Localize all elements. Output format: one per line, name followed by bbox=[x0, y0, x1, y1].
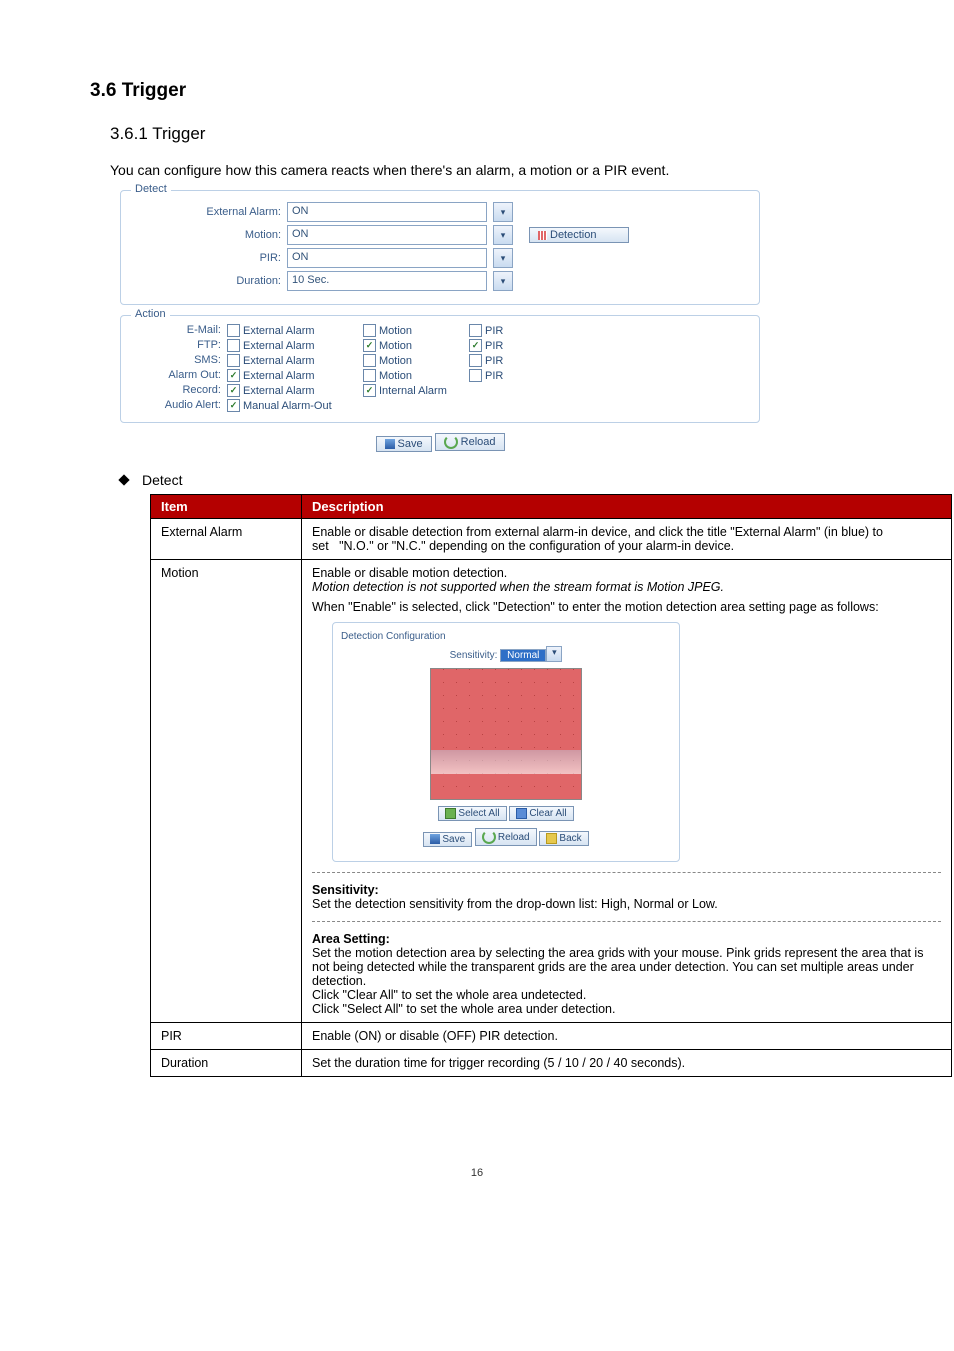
save-icon bbox=[385, 439, 395, 449]
external-alarm-select[interactable]: ON bbox=[287, 202, 487, 222]
row-motion-item: Motion bbox=[151, 560, 302, 1023]
checkbox-icon bbox=[227, 339, 240, 352]
description-table: Item Description External Alarm Enable o… bbox=[150, 494, 952, 1077]
row-external-alarm-desc: Enable or disable detection from externa… bbox=[302, 519, 952, 560]
external-alarm-checkbox[interactable]: ✓External Alarm bbox=[227, 384, 357, 397]
sensitivity-label: Sensitivity: bbox=[450, 650, 498, 661]
chevron-down-icon[interactable]: ▾ bbox=[493, 248, 513, 268]
action-row-label: Audio Alert: bbox=[131, 399, 221, 412]
manual-alarm-checkbox[interactable]: ✓Manual Alarm-Out bbox=[227, 399, 539, 412]
row-pir-desc: Enable (ON) or disable (OFF) PIR detecti… bbox=[302, 1023, 952, 1050]
pir-checkbox[interactable]: PIR bbox=[469, 324, 539, 337]
detect-panel: Detect External Alarm: ON ▾ Motion: ON ▾… bbox=[120, 190, 760, 305]
pir-checkbox[interactable]: ✓PIR bbox=[469, 339, 539, 352]
motion-checkbox[interactable]: Motion bbox=[363, 324, 463, 337]
checkbox-icon bbox=[469, 354, 482, 367]
checkbox-icon: ✓ bbox=[227, 399, 240, 412]
pir-checkbox[interactable]: PIR bbox=[469, 369, 539, 382]
save-button[interactable]: Save bbox=[423, 832, 472, 847]
chevron-down-icon[interactable]: ▾ bbox=[546, 646, 562, 662]
checkbox-icon bbox=[227, 324, 240, 337]
motion-select[interactable]: ON bbox=[287, 225, 487, 245]
chevron-down-icon[interactable]: ▾ bbox=[493, 271, 513, 291]
checkbox-icon bbox=[363, 324, 376, 337]
checkbox-icon: ✓ bbox=[227, 369, 240, 382]
row-external-alarm-item: External Alarm bbox=[151, 519, 302, 560]
checkbox-icon bbox=[469, 369, 482, 382]
sensitivity-header: Sensitivity: bbox=[312, 883, 941, 897]
area-setting-p3: Click "Select All" to set the whole area… bbox=[312, 1002, 941, 1016]
select-all-button[interactable]: Select All bbox=[438, 806, 506, 821]
checkbox-icon: ✓ bbox=[363, 384, 376, 397]
trigger-screenshot: Detect External Alarm: ON ▾ Motion: ON ▾… bbox=[120, 190, 760, 452]
detection-config-title: Detection Configuration bbox=[341, 631, 671, 642]
external-alarm-checkbox[interactable]: External Alarm bbox=[227, 324, 357, 337]
reload-button[interactable]: Reload bbox=[475, 828, 537, 846]
reload-icon bbox=[482, 830, 496, 844]
pir-select[interactable]: ON bbox=[287, 248, 487, 268]
detection-button[interactable]: Detection bbox=[529, 227, 629, 243]
chevron-down-icon[interactable]: ▾ bbox=[493, 225, 513, 245]
checkbox-icon bbox=[363, 369, 376, 382]
row-duration-item: Duration bbox=[151, 1050, 302, 1077]
row-duration-desc: Set the duration time for trigger record… bbox=[302, 1050, 952, 1077]
external-alarm-checkbox[interactable]: External Alarm bbox=[227, 354, 357, 367]
checkbox-icon bbox=[363, 354, 376, 367]
row-motion-desc: Enable or disable motion detection. Moti… bbox=[302, 560, 952, 1023]
th-item: Item bbox=[151, 495, 302, 519]
subsection-title: 3.6.1 Trigger bbox=[110, 124, 864, 144]
internal-alarm-checkbox[interactable]: ✓Internal Alarm bbox=[363, 384, 539, 397]
sensitivity-select[interactable]: Normal bbox=[500, 649, 546, 662]
checkbox-icon bbox=[469, 324, 482, 337]
checkbox-icon bbox=[227, 354, 240, 367]
save-icon bbox=[430, 834, 440, 844]
area-setting-p2: Click "Clear All" to set the whole area … bbox=[312, 988, 941, 1002]
detection-icon bbox=[538, 231, 547, 240]
area-setting-p1: Set the motion detection area by selecti… bbox=[312, 946, 941, 988]
motion-checkbox[interactable]: Motion bbox=[363, 354, 463, 367]
detection-grid[interactable] bbox=[430, 668, 582, 800]
action-panel: Action E-Mail:External AlarmMotionPIRFTP… bbox=[120, 315, 760, 423]
sensitivity-text: Set the detection sensitivity from the d… bbox=[312, 897, 941, 911]
save-button[interactable]: Save bbox=[376, 436, 432, 452]
checkbox-icon: ✓ bbox=[363, 339, 376, 352]
reload-icon bbox=[444, 435, 458, 449]
pir-label: PIR: bbox=[131, 252, 281, 264]
page-number: 16 bbox=[90, 1167, 864, 1179]
detect-bullet: Detect bbox=[120, 472, 864, 488]
motion-checkbox[interactable]: Motion bbox=[363, 369, 463, 382]
grid-icon bbox=[445, 808, 456, 819]
th-desc: Description bbox=[302, 495, 952, 519]
back-button[interactable]: Back bbox=[539, 831, 588, 846]
chevron-down-icon[interactable]: ▾ bbox=[493, 202, 513, 222]
action-row-label: Record: bbox=[131, 384, 221, 397]
section-title: 3.6 Trigger bbox=[90, 80, 864, 102]
action-row-label: FTP: bbox=[131, 339, 221, 352]
diamond-icon bbox=[118, 474, 129, 485]
action-row-label: Alarm Out: bbox=[131, 369, 221, 382]
clear-all-button[interactable]: Clear All bbox=[509, 806, 573, 821]
row-pir-item: PIR bbox=[151, 1023, 302, 1050]
detection-config-screenshot: Detection Configuration Sensitivity: Nor… bbox=[332, 622, 680, 862]
duration-select[interactable]: 10 Sec. bbox=[287, 271, 487, 291]
action-row-label: SMS: bbox=[131, 354, 221, 367]
motion-label: Motion: bbox=[131, 229, 281, 241]
grid-icon bbox=[516, 808, 527, 819]
action-panel-title: Action bbox=[131, 308, 170, 320]
checkbox-icon: ✓ bbox=[227, 384, 240, 397]
intro-text: You can configure how this camera reacts… bbox=[110, 162, 864, 178]
detect-panel-title: Detect bbox=[131, 183, 171, 195]
external-alarm-checkbox[interactable]: External Alarm bbox=[227, 339, 357, 352]
reload-button[interactable]: Reload bbox=[435, 433, 505, 451]
motion-checkbox[interactable]: ✓Motion bbox=[363, 339, 463, 352]
external-alarm-label: External Alarm: bbox=[131, 206, 281, 218]
checkbox-icon: ✓ bbox=[469, 339, 482, 352]
action-row-label: E-Mail: bbox=[131, 324, 221, 337]
area-setting-header: Area Setting: bbox=[312, 932, 941, 946]
duration-label: Duration: bbox=[131, 275, 281, 287]
back-icon bbox=[546, 833, 557, 844]
external-alarm-checkbox[interactable]: ✓External Alarm bbox=[227, 369, 357, 382]
pir-checkbox[interactable]: PIR bbox=[469, 354, 539, 367]
